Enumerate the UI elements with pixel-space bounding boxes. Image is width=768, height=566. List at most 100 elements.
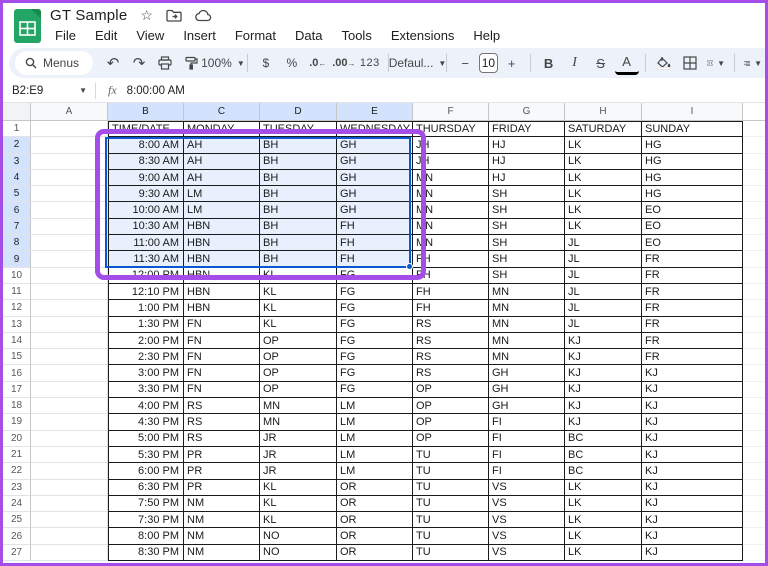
- cell-d21[interactable]: JR: [260, 446, 337, 464]
- cell-i11[interactable]: FR: [642, 283, 743, 301]
- cell-g13[interactable]: MN: [489, 316, 565, 333]
- cell-a14[interactable]: [31, 332, 108, 350]
- cell-h19[interactable]: KJ: [565, 414, 642, 431]
- cell-h22[interactable]: BC: [565, 463, 642, 480]
- cell-h18[interactable]: KJ: [565, 398, 642, 415]
- cell-h2[interactable]: LK: [565, 137, 642, 154]
- row-number-16[interactable]: 16: [3, 365, 31, 382]
- cell-g14[interactable]: MN: [489, 332, 565, 350]
- cell-e1[interactable]: WEDNESDAY: [337, 121, 413, 138]
- cell-i9[interactable]: FR: [642, 251, 743, 268]
- cell-f14[interactable]: RS: [413, 332, 489, 350]
- cell-a24[interactable]: [31, 495, 108, 513]
- cell-e20[interactable]: LM: [337, 430, 413, 447]
- cell-b23[interactable]: 6:30 PM: [108, 479, 184, 496]
- cell-g7[interactable]: SH: [489, 218, 565, 236]
- cell-i23[interactable]: KJ: [642, 479, 743, 496]
- cell-f25[interactable]: TU: [413, 512, 489, 529]
- row-number-7[interactable]: 7: [3, 218, 31, 236]
- cell-d18[interactable]: MN: [260, 398, 337, 415]
- cell-h21[interactable]: BC: [565, 446, 642, 464]
- cell-e13[interactable]: FG: [337, 316, 413, 333]
- cell-e16[interactable]: FG: [337, 365, 413, 382]
- cell-g8[interactable]: SH: [489, 235, 565, 252]
- cell-d17[interactable]: OP: [260, 381, 337, 399]
- cell-a3[interactable]: [31, 153, 108, 170]
- cell-f13[interactable]: RS: [413, 316, 489, 333]
- cell-i16[interactable]: KJ: [642, 365, 743, 382]
- increase-font-size-button[interactable]: +: [500, 51, 524, 75]
- cell-b19[interactable]: 4:30 PM: [108, 414, 184, 431]
- fill-color-button[interactable]: [652, 51, 676, 75]
- cell-f12[interactable]: FH: [413, 300, 489, 317]
- cell-f7[interactable]: MN: [413, 218, 489, 236]
- text-color-button[interactable]: A: [614, 51, 639, 75]
- cell-g18[interactable]: GH: [489, 398, 565, 415]
- cell-c26[interactable]: NM: [184, 528, 260, 545]
- row-number-26[interactable]: 26: [3, 528, 31, 545]
- cell-d13[interactable]: KL: [260, 316, 337, 333]
- cell-e23[interactable]: OR: [337, 479, 413, 496]
- cell-c11[interactable]: HBN: [184, 283, 260, 301]
- format-currency-button[interactable]: $: [254, 51, 278, 75]
- cell-d1[interactable]: TUESDAY: [260, 121, 337, 138]
- cell-e25[interactable]: OR: [337, 512, 413, 529]
- row-number-20[interactable]: 20: [3, 430, 31, 447]
- cell-h12[interactable]: JL: [565, 300, 642, 317]
- cell-e17[interactable]: FG: [337, 381, 413, 399]
- menus-search-button[interactable]: Menus: [15, 51, 94, 75]
- cell-g11[interactable]: MN: [489, 283, 565, 301]
- cell-c15[interactable]: FN: [184, 349, 260, 366]
- cell-a20[interactable]: [31, 430, 108, 447]
- cell-b26[interactable]: 8:00 PM: [108, 528, 184, 545]
- italic-button[interactable]: I: [563, 51, 587, 75]
- cell-h17[interactable]: KJ: [565, 381, 642, 399]
- cell-f4[interactable]: MN: [413, 169, 489, 187]
- cell-g23[interactable]: VS: [489, 479, 565, 496]
- font-family-dropdown[interactable]: Defaul... ▼: [389, 51, 447, 75]
- horizontal-align-button[interactable]: ▼: [741, 51, 765, 75]
- cell-a26[interactable]: [31, 528, 108, 545]
- cell-i22[interactable]: KJ: [642, 463, 743, 480]
- cell-e18[interactable]: LM: [337, 398, 413, 415]
- column-header-g[interactable]: G: [489, 103, 565, 121]
- cell-h16[interactable]: KJ: [565, 365, 642, 382]
- cell-d25[interactable]: KL: [260, 512, 337, 529]
- cell-h13[interactable]: JL: [565, 316, 642, 333]
- cell-b10[interactable]: 12:00 PM: [108, 267, 184, 284]
- menu-format[interactable]: Format: [230, 27, 281, 44]
- cell-e14[interactable]: FG: [337, 332, 413, 350]
- cell-a21[interactable]: [31, 446, 108, 464]
- cell-c27[interactable]: NM: [184, 544, 260, 562]
- cell-f3[interactable]: JH: [413, 153, 489, 170]
- cell-a25[interactable]: [31, 512, 108, 529]
- strikethrough-button[interactable]: S: [589, 51, 613, 75]
- cell-b17[interactable]: 3:30 PM: [108, 381, 184, 399]
- cell-i3[interactable]: HG: [642, 153, 743, 170]
- cell-g20[interactable]: FI: [489, 430, 565, 447]
- cell-b18[interactable]: 4:00 PM: [108, 398, 184, 415]
- cell-i19[interactable]: KJ: [642, 414, 743, 431]
- cloud-status-icon[interactable]: [195, 9, 212, 22]
- row-number-24[interactable]: 24: [3, 495, 31, 513]
- document-title[interactable]: GT Sample: [50, 7, 127, 24]
- cell-a22[interactable]: [31, 463, 108, 480]
- cell-a9[interactable]: [31, 251, 108, 268]
- cell-i27[interactable]: KJ: [642, 544, 743, 562]
- selection-fill-handle[interactable]: [406, 263, 413, 270]
- row-number-18[interactable]: 18: [3, 398, 31, 415]
- cell-b12[interactable]: 1:00 PM: [108, 300, 184, 317]
- row-number-27[interactable]: 27: [3, 544, 31, 562]
- cell-b24[interactable]: 7:50 PM: [108, 495, 184, 513]
- cell-g25[interactable]: VS: [489, 512, 565, 529]
- cell-f26[interactable]: TU: [413, 528, 489, 545]
- cell-b14[interactable]: 2:00 PM: [108, 332, 184, 350]
- menu-extensions[interactable]: Extensions: [386, 27, 460, 44]
- cell-f24[interactable]: TU: [413, 495, 489, 513]
- cell-g24[interactable]: VS: [489, 495, 565, 513]
- cell-c18[interactable]: RS: [184, 398, 260, 415]
- cell-a12[interactable]: [31, 300, 108, 317]
- cell-i14[interactable]: FR: [642, 332, 743, 350]
- cell-d15[interactable]: OP: [260, 349, 337, 366]
- cell-e15[interactable]: FG: [337, 349, 413, 366]
